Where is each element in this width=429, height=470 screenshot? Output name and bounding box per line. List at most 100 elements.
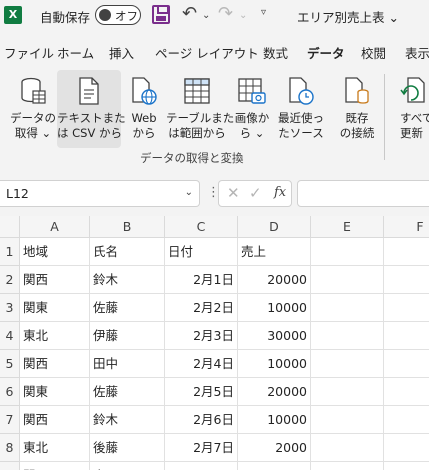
cell-f2[interactable] [384,266,429,294]
cell-b6[interactable]: 佐藤 [90,378,165,406]
row-header-9[interactable]: 9 [0,462,20,470]
cell-a6[interactable]: 関東 [20,378,90,406]
from-web-button[interactable]: Web から [123,70,165,148]
tab-formulas[interactable]: 数式 [263,43,288,62]
cell-c5[interactable]: 2月4日 [165,350,238,378]
autosave-toggle[interactable]: オフ [95,5,141,25]
cell-d1[interactable]: 売上 [238,238,311,266]
tab-file[interactable]: ファイル [4,43,54,62]
name-box-dropdown-icon[interactable]: ⌄ [185,187,193,198]
cell-f3[interactable] [384,294,429,322]
tab-insert[interactable]: 挿入 [109,43,134,62]
cell-c4[interactable]: 2月3日 [165,322,238,350]
cell-d4[interactable]: 30000 [238,322,311,350]
cell-b1[interactable]: 氏名 [90,238,165,266]
row-header-4[interactable]: 4 [0,322,20,350]
cell-b4[interactable]: 伊藤 [90,322,165,350]
cell-b9[interactable]: 山田 [90,462,165,470]
from-table-range-button[interactable]: テーブルまた は範囲から [166,70,234,148]
cell-e1[interactable] [311,238,384,266]
redo-icon[interactable]: ↷ [218,3,233,24]
cell-b5[interactable]: 田中 [90,350,165,378]
cell-d6[interactable]: 20000 [238,378,311,406]
cell-f7[interactable] [384,406,429,434]
cell-a5[interactable]: 関西 [20,350,90,378]
cell-b8[interactable]: 後藤 [90,434,165,462]
cell-b2[interactable]: 鈴木 [90,266,165,294]
cell-a7[interactable]: 関西 [20,406,90,434]
column-header-a[interactable]: A [20,216,90,238]
get-data-button[interactable]: データの 取得 ⌄ [4,70,62,148]
cell-d7[interactable]: 10000 [238,406,311,434]
cell-d9[interactable]: 10000 [238,462,311,470]
existing-connections-button[interactable]: 既存 の接続 [334,70,380,148]
cell-e9[interactable] [311,462,384,470]
row-header-3[interactable]: 3 [0,294,20,322]
cell-f6[interactable] [384,378,429,406]
cell-b3[interactable]: 佐藤 [90,294,165,322]
from-text-csv-button[interactable]: テキストまたは CSV から [57,70,126,148]
tab-view[interactable]: 表示 [405,43,429,62]
row-header-1[interactable]: 1 [0,238,20,266]
column-header-b[interactable]: B [90,216,165,238]
row-header-2[interactable]: 2 [0,266,20,294]
cancel-icon[interactable]: ✕ [227,184,240,202]
recent-sources-button[interactable]: 最近使っ たソース [275,70,327,148]
cell-e3[interactable] [311,294,384,322]
cell-a3[interactable]: 関東 [20,294,90,322]
cell-c8[interactable]: 2月7日 [165,434,238,462]
select-all-corner[interactable] [0,216,20,238]
insert-function-icon[interactable]: fx [274,185,286,200]
cell-d3[interactable]: 10000 [238,294,311,322]
customize-qat-icon[interactable]: ▿ [261,7,266,18]
tab-data[interactable]: データ [307,43,345,69]
cell-c1[interactable]: 日付 [165,238,238,266]
cell-a8[interactable]: 東北 [20,434,90,462]
cell-c7[interactable]: 2月6日 [165,406,238,434]
cell-e2[interactable] [311,266,384,294]
cell-e7[interactable] [311,406,384,434]
cell-f1[interactable] [384,238,429,266]
row-header-6[interactable]: 6 [0,378,20,406]
cell-c6[interactable]: 2月5日 [165,378,238,406]
cell-c2[interactable]: 2月1日 [165,266,238,294]
cell-f4[interactable] [384,322,429,350]
save-icon[interactable] [152,5,170,24]
undo-icon[interactable]: ↶ [182,3,197,24]
cell-b7[interactable]: 鈴木 [90,406,165,434]
row-header-7[interactable]: 7 [0,406,20,434]
cell-d5[interactable]: 10000 [238,350,311,378]
cell-f8[interactable] [384,434,429,462]
undo-dropdown-icon[interactable]: ⌄ [202,10,210,21]
cell-f5[interactable] [384,350,429,378]
cell-e5[interactable] [311,350,384,378]
cell-a9[interactable]: 関西 [20,462,90,470]
cell-e8[interactable] [311,434,384,462]
tab-home[interactable]: ホーム [57,43,94,62]
redo-dropdown-icon[interactable]: ⌄ [239,10,247,21]
tab-page-layout[interactable]: ページ レイアウト [155,43,259,62]
cell-c3[interactable]: 2月2日 [165,294,238,322]
column-header-f[interactable]: F [384,216,429,238]
column-header-e[interactable]: E [311,216,384,238]
row-header-5[interactable]: 5 [0,350,20,378]
refresh-all-button[interactable]: すべて更新 ⌄ [391,70,429,148]
column-header-d[interactable]: D [238,216,311,238]
name-box[interactable]: L12 ⌄ [0,180,200,207]
cell-c9[interactable]: 2月8日 [165,462,238,470]
row-header-8[interactable]: 8 [0,434,20,462]
cell-a1[interactable]: 地域 [20,238,90,266]
cell-f9[interactable] [384,462,429,470]
cell-e4[interactable] [311,322,384,350]
cell-d2[interactable]: 20000 [238,266,311,294]
from-picture-button[interactable]: 画像から ⌄ [229,70,275,148]
cell-a4[interactable]: 東北 [20,322,90,350]
formula-input[interactable] [297,180,429,207]
column-header-c[interactable]: C [165,216,238,238]
document-title[interactable]: エリア別売上表 ⌄ [297,7,399,26]
tab-review[interactable]: 校閲 [361,43,386,62]
cell-e6[interactable] [311,378,384,406]
cell-d8[interactable]: 2000 [238,434,311,462]
enter-icon[interactable]: ✓ [249,184,262,202]
cell-a2[interactable]: 関西 [20,266,90,294]
